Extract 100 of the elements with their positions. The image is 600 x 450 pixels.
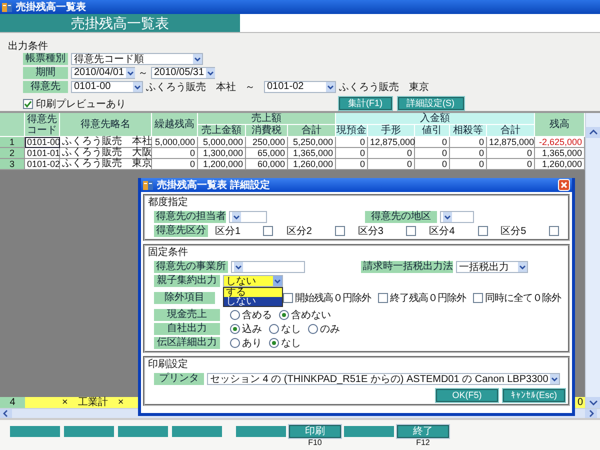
table-cell[interactable]: 0101-00: [25, 137, 60, 148]
checkbox[interactable]: [478, 226, 488, 236]
table-cell[interactable]: 0101-02: [25, 159, 60, 170]
table-cell: 0: [487, 148, 535, 159]
radio-button[interactable]: [279, 310, 289, 320]
caret-icon: [273, 276, 282, 286]
table-cell: 1,365,000: [288, 148, 336, 159]
table-cell: 1,365,000: [535, 148, 585, 159]
dropdown[interactable]: [231, 260, 305, 272]
page-title: 売掛残高一覧表: [0, 14, 240, 32]
table-cell: -2,625,000: [535, 137, 585, 148]
checkbox[interactable]: [378, 292, 388, 302]
table-cell: 0: [336, 159, 368, 170]
dropdown-option[interactable]: しない: [224, 296, 282, 306]
radio-button[interactable]: [269, 338, 279, 348]
dropdown[interactable]: [229, 210, 267, 222]
scroll-up-icon[interactable]: [586, 127, 600, 138]
checkbox[interactable]: [549, 226, 560, 236]
column-header: 売上金額: [198, 125, 246, 137]
caret-icon: [518, 262, 527, 272]
row-number: 3: [0, 159, 25, 170]
dropdown-option[interactable]: する: [224, 288, 282, 296]
radio-label: なし: [281, 322, 301, 336]
radio-button[interactable]: [269, 324, 279, 334]
total-value: 0: [576, 397, 584, 408]
column-header: 残高: [535, 113, 585, 137]
dialog-title: 売掛残高一覧表 詳細設定: [157, 178, 270, 192]
table-cell: 0: [368, 148, 415, 159]
customer-name: ふくろう販売 東京: [339, 80, 429, 94]
table-cell: 65,000: [246, 148, 288, 159]
checkbox-label: 区分5: [500, 224, 526, 238]
column-header: 得意先コード: [25, 113, 60, 137]
table-cell: 0: [415, 137, 450, 148]
table-cell: ふくろう販売 本社: [60, 137, 152, 148]
radio-label: 含めない: [291, 308, 331, 322]
table-cell: 12,875,000: [368, 137, 415, 148]
app-icon: [143, 180, 154, 190]
dropdown[interactable]: 0101-00: [71, 80, 143, 93]
checkbox-label: 区分1: [215, 224, 241, 238]
row-number: 4: [0, 397, 25, 408]
row-number: 1: [0, 137, 25, 148]
column-header: 相殺等: [450, 125, 487, 137]
field-label: 得意先の地区: [365, 210, 437, 222]
checkbox[interactable]: [406, 226, 416, 236]
table-cell: 0: [415, 159, 450, 170]
window-title: 売掛残高一覧表: [16, 0, 86, 14]
dropdown[interactable]: 0101-02: [264, 80, 336, 93]
scroll-down-icon[interactable]: [586, 397, 600, 408]
field-label: 得意先: [23, 80, 68, 93]
field-label: プリンタ: [154, 372, 204, 384]
dropdown[interactable]: セッション 4 の (THINKPAD_R51E からの) ASTEMD01 の Canon LBP3300: [207, 372, 560, 384]
section-title: 出力条件: [8, 40, 48, 52]
caret-icon: [443, 212, 452, 222]
field-label: 伝区詳細出力: [154, 336, 220, 348]
table-cell: 0: [336, 148, 368, 159]
customer-name: ふくろう販売 本社: [146, 80, 236, 94]
checkbox-label: 終了残高０円除外: [390, 292, 466, 304]
column-group-header: 入金額: [336, 113, 535, 125]
radio-button[interactable]: [230, 324, 240, 334]
table-cell: 0: [450, 137, 487, 148]
table-cell: 0: [487, 159, 535, 170]
caret-icon: [193, 54, 202, 64]
field-label: 得意先の事業所: [154, 260, 228, 272]
checkbox[interactable]: [23, 98, 33, 109]
table-cell: ふくろう販売 東京: [60, 159, 152, 170]
scroll-left-icon[interactable]: [0, 409, 12, 418]
dropdown[interactable]: 得意先コード順: [71, 53, 203, 66]
radio-button[interactable]: [308, 324, 318, 334]
dropdown[interactable]: [440, 210, 474, 222]
row-number: 2: [0, 148, 25, 159]
range-separator: ～: [138, 66, 148, 80]
scroll-right-icon[interactable]: [585, 409, 597, 418]
checkbox-label: 区分4: [429, 224, 455, 238]
checkbox[interactable]: [263, 226, 274, 236]
table-cell: 0: [336, 137, 368, 148]
section-title: 固定条件: [148, 247, 189, 259]
table-cell: ふくろう販売 大阪: [60, 148, 152, 159]
radio-button[interactable]: [230, 310, 240, 320]
dropdown[interactable]: 一括税出力: [456, 260, 528, 272]
table-cell: 1,260,000: [288, 159, 336, 170]
dropdown[interactable]: 2010/04/01: [71, 66, 135, 79]
radio-label: のみ: [320, 322, 340, 336]
close-icon[interactable]: [558, 179, 570, 191]
function-key-label: F12: [416, 438, 430, 447]
table-cell: 0: [152, 159, 198, 170]
radio-button[interactable]: [230, 338, 240, 348]
checkbox[interactable]: [334, 226, 345, 236]
table-cell: 0: [450, 148, 487, 159]
dropdown[interactable]: 2010/05/31: [151, 66, 215, 79]
checkbox[interactable]: [473, 292, 483, 302]
app-icon: [2, 2, 13, 12]
section-title: 印刷設定: [148, 359, 189, 371]
caret-icon: [232, 212, 241, 222]
range-separator: ～: [245, 80, 255, 94]
checkbox[interactable]: [283, 292, 293, 302]
column-header: 得意先略名: [60, 113, 152, 137]
table-cell: 5,250,000: [288, 137, 336, 148]
radio-label: なし: [281, 336, 301, 350]
table-cell[interactable]: 0101-01: [25, 148, 60, 159]
table-cell: 0: [450, 159, 487, 170]
